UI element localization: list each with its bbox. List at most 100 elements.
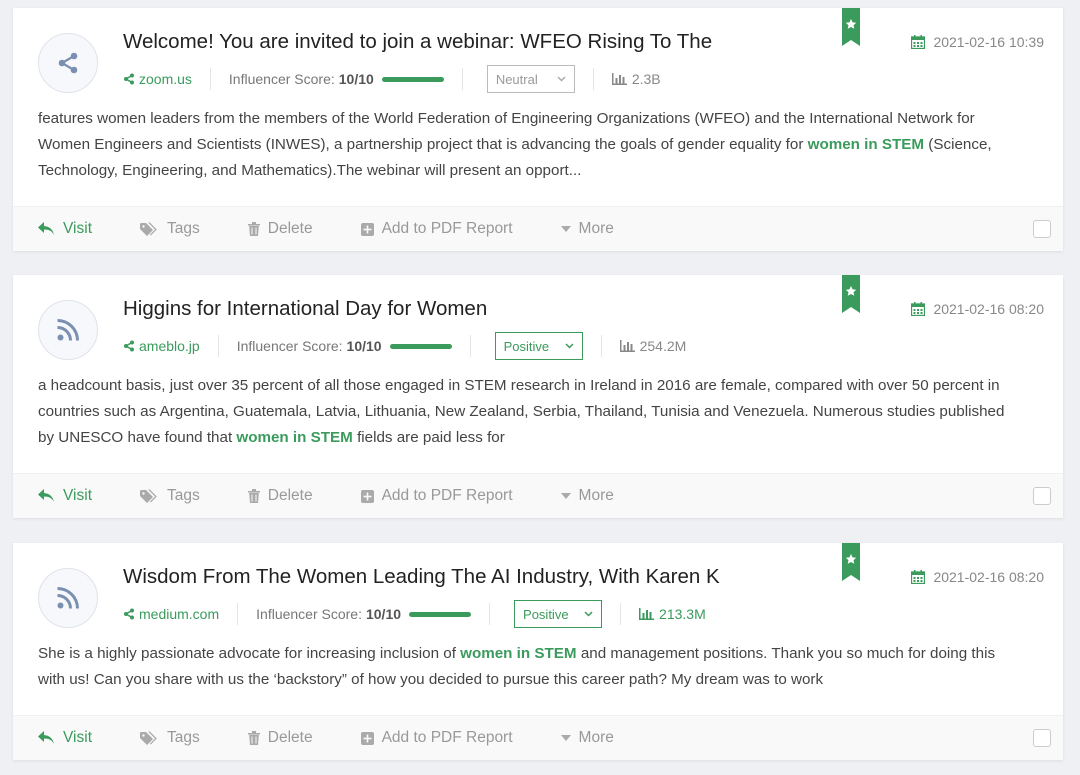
delete-button[interactable]: Delete — [247, 729, 313, 747]
mention-snippet: a headcount basis, just over 35 percent … — [38, 373, 1023, 451]
plus-square-icon — [360, 489, 374, 503]
divider — [489, 603, 491, 625]
score-bar — [409, 611, 472, 617]
mention-meta: ameblo.jp Influencer Score: 10/10 Positi… — [123, 332, 686, 360]
caret-down-icon — [560, 226, 571, 232]
chevron-down-icon — [557, 76, 566, 82]
share-small-icon — [124, 340, 134, 352]
mention-title[interactable]: Higgins for International Day for Women — [123, 297, 487, 321]
bookmark-star-icon[interactable] — [842, 8, 860, 46]
mention-meta: zoom.us Influencer Score: 10/10 Neutral … — [123, 65, 661, 93]
share-icon — [38, 33, 98, 93]
divider — [461, 68, 463, 90]
visit-label: Visit — [63, 487, 93, 504]
plus-square-icon — [360, 222, 374, 236]
visit-button[interactable]: Visit — [38, 220, 92, 238]
source-link[interactable]: ameblo.jp — [123, 338, 200, 354]
chevron-down-icon — [584, 611, 593, 617]
tags-button[interactable]: Tags — [140, 729, 200, 747]
mention-snippet: She is a highly passionate advocate for … — [38, 641, 1023, 693]
mention-title[interactable]: Wisdom From The Women Leading The AI Ind… — [123, 565, 720, 589]
mention-date: 2021-02-16 08:20 — [911, 569, 1044, 585]
keyword-highlight: women in STEM — [807, 136, 925, 153]
share-small-icon — [124, 73, 134, 85]
visit-button[interactable]: Visit — [38, 729, 92, 747]
share-small-icon — [124, 608, 134, 620]
more-label: More — [578, 729, 614, 746]
mention-body: Higgins for International Day for Women … — [13, 275, 1063, 473]
bookmark-star-icon[interactable] — [842, 543, 860, 581]
delete-label: Delete — [267, 220, 313, 237]
bar-chart-icon — [639, 608, 655, 620]
source-link[interactable]: medium.com — [123, 606, 219, 622]
mention-title[interactable]: Welcome! You are invited to join a webin… — [123, 30, 712, 54]
visit-button[interactable]: Visit — [38, 487, 92, 505]
mention-body: Welcome! You are invited to join a webin… — [13, 8, 1063, 206]
divider — [217, 335, 219, 357]
score-bar — [389, 343, 452, 349]
score-label: Influencer Score: — [256, 606, 362, 622]
mention-body: Wisdom From The Women Leading The AI Ind… — [13, 543, 1063, 715]
sentiment-select[interactable]: Positive — [494, 332, 583, 360]
tags-button[interactable]: Tags — [140, 487, 200, 505]
delete-button[interactable]: Delete — [247, 487, 313, 505]
caret-down-icon — [560, 493, 571, 499]
chevron-down-icon — [565, 343, 574, 349]
tags-icon — [140, 731, 157, 745]
tags-icon — [140, 489, 157, 503]
mention-card: Welcome! You are invited to join a webin… — [13, 8, 1063, 251]
source-name: medium.com — [139, 606, 220, 622]
more-button[interactable]: More — [560, 220, 614, 238]
add-to-pdf-button[interactable]: Add to PDF Report — [360, 729, 513, 747]
score-label: Influencer Score: — [228, 71, 335, 87]
divider — [620, 603, 622, 625]
mention-date: 2021-02-16 10:39 — [911, 34, 1044, 50]
tags-label: Tags — [167, 729, 200, 746]
action-bar: Visit Tags Delete Add to PDF Report More — [13, 715, 1063, 760]
source-name: ameblo.jp — [139, 338, 200, 354]
bookmark-star-icon[interactable] — [842, 275, 860, 313]
more-label: More — [578, 220, 614, 237]
sentiment-select[interactable]: Positive — [514, 600, 603, 628]
caret-down-icon — [560, 735, 571, 741]
calendar-icon — [911, 570, 926, 584]
source-link[interactable]: zoom.us — [123, 71, 192, 87]
plus-square-icon — [360, 731, 374, 745]
more-label: More — [578, 487, 614, 504]
bar-chart-icon — [619, 340, 635, 352]
score-bar — [381, 76, 444, 82]
reach-stat: 213.3M — [639, 606, 706, 622]
pdf-label: Add to PDF Report — [381, 487, 513, 504]
mention-snippet: features women leaders from the members … — [38, 106, 1023, 184]
select-checkbox[interactable] — [1033, 487, 1051, 505]
action-bar: Visit Tags Delete Add to PDF Report More — [13, 473, 1063, 518]
sentiment-select[interactable]: Neutral — [486, 65, 575, 93]
reach-value: 213.3M — [659, 606, 706, 622]
more-button[interactable]: More — [560, 487, 614, 505]
divider — [592, 68, 594, 90]
snippet-text: She is a highly passionate advocate for … — [38, 645, 461, 662]
visit-label: Visit — [63, 220, 93, 237]
score-value: 10/10 — [365, 606, 402, 622]
reply-icon — [38, 489, 54, 502]
rss-icon — [38, 300, 98, 360]
tags-button[interactable]: Tags — [140, 220, 200, 238]
add-to-pdf-button[interactable]: Add to PDF Report — [360, 220, 513, 238]
add-to-pdf-button[interactable]: Add to PDF Report — [360, 487, 513, 505]
divider — [237, 603, 239, 625]
pdf-label: Add to PDF Report — [381, 220, 513, 237]
delete-button[interactable]: Delete — [247, 220, 313, 238]
select-checkbox[interactable] — [1033, 220, 1051, 238]
score-value: 10/10 — [338, 71, 374, 87]
pdf-label: Add to PDF Report — [381, 729, 513, 746]
mention-meta: medium.com Influencer Score: 10/10 Posit… — [123, 600, 706, 628]
keyword-highlight: women in STEM — [236, 429, 353, 446]
action-bar: Visit Tags Delete Add to PDF Report More — [13, 206, 1063, 251]
more-button[interactable]: More — [560, 729, 614, 747]
snippet-text: a headcount basis, just over 35 percent … — [38, 377, 1005, 446]
reach-stat: 254.2M — [619, 338, 686, 354]
select-checkbox[interactable] — [1033, 729, 1051, 747]
snippet-text: fields are paid less for — [352, 429, 505, 446]
mentions-feed: Welcome! You are invited to join a webin… — [0, 0, 1080, 775]
delete-label: Delete — [267, 487, 313, 504]
